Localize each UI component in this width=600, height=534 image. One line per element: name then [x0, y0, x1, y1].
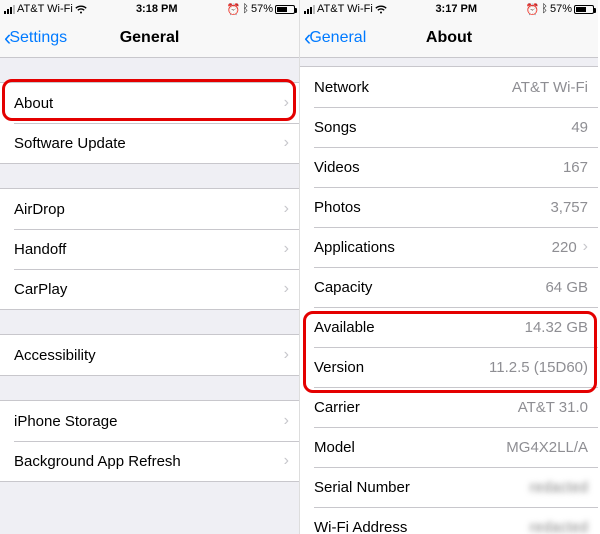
- back-label: General: [309, 29, 366, 47]
- row-label: Capacity: [314, 279, 372, 296]
- row-about[interactable]: About ›: [0, 83, 299, 123]
- carrier-label: AT&T Wi-Fi: [317, 3, 373, 15]
- row-value: 14.32 GB: [525, 319, 588, 336]
- row-label: Background App Refresh: [14, 453, 181, 470]
- row-carrier: Carrier AT&T 31.0: [300, 387, 598, 427]
- group-about-update: About › Software Update ›: [0, 82, 299, 164]
- navbar: ‹ General About: [300, 18, 598, 58]
- signal-icon: [4, 5, 15, 14]
- page-title: About: [426, 29, 472, 47]
- row-background-app-refresh[interactable]: Background App Refresh ›: [0, 441, 299, 481]
- chevron-right-icon: ›: [284, 412, 289, 430]
- wifi-icon: [375, 5, 387, 14]
- navbar: ‹ Settings General: [0, 18, 299, 58]
- group-airdrop: AirDrop › Handoff › CarPlay ›: [0, 188, 299, 310]
- row-label: Version: [314, 359, 364, 376]
- row-label: Software Update: [14, 135, 126, 152]
- row-label: AirDrop: [14, 201, 65, 218]
- battery-percent: 57%: [251, 3, 273, 15]
- alarm-icon: ⏰: [227, 3, 241, 16]
- row-label: Photos: [314, 199, 361, 216]
- row-label: CarPlay: [14, 281, 67, 298]
- row-serial-number: Serial Number redacted: [300, 467, 598, 507]
- row-accessibility[interactable]: Accessibility ›: [0, 335, 299, 375]
- status-bar: AT&T Wi-Fi 3:17 PM ⏰ ᛒ 57%: [300, 0, 598, 18]
- row-label: iPhone Storage: [14, 413, 117, 430]
- row-iphone-storage[interactable]: iPhone Storage ›: [0, 401, 299, 441]
- row-value: AT&T 31.0: [518, 399, 588, 416]
- row-value: 167: [563, 159, 588, 176]
- row-available: Available 14.32 GB: [300, 307, 598, 347]
- row-network: Network AT&T Wi-Fi: [300, 67, 598, 107]
- chevron-right-icon: ›: [284, 94, 289, 112]
- row-value: 3,757: [550, 199, 588, 216]
- row-value: 220›: [552, 238, 588, 256]
- row-wi-fi-address: Wi-Fi Address redacted: [300, 507, 598, 534]
- row-value: 11.2.5 (15D60): [489, 359, 588, 376]
- row-version: Version 11.2.5 (15D60): [300, 347, 598, 387]
- status-bar: AT&T Wi-Fi 3:18 PM ⏰ ᛒ 57%: [0, 0, 299, 18]
- chevron-right-icon: ›: [284, 452, 289, 470]
- row-value: 64 GB: [545, 279, 588, 296]
- group-storage: iPhone Storage › Background App Refresh …: [0, 400, 299, 482]
- back-label: Settings: [9, 29, 67, 47]
- row-value: AT&T Wi-Fi: [512, 79, 588, 96]
- group-accessibility: Accessibility ›: [0, 334, 299, 376]
- bluetooth-icon: ᛒ: [541, 3, 548, 15]
- row-label: Wi-Fi Address: [314, 519, 407, 534]
- row-applications[interactable]: Applications 220›: [300, 227, 598, 267]
- chevron-right-icon: ›: [284, 240, 289, 258]
- row-label: About: [14, 95, 53, 112]
- row-videos: Videos 167: [300, 147, 598, 187]
- row-label: Model: [314, 439, 355, 456]
- carrier-label: AT&T Wi-Fi: [17, 3, 73, 15]
- battery-icon: [275, 5, 295, 14]
- about-list: Network AT&T Wi-Fi Songs 49 Videos 167 Photos 3…: [300, 66, 598, 534]
- page-title: General: [120, 29, 180, 47]
- row-carplay[interactable]: CarPlay ›: [0, 269, 299, 309]
- row-songs: Songs 49: [300, 107, 598, 147]
- row-label: Available: [314, 319, 375, 336]
- row-model: Model MG4X2LL/A: [300, 427, 598, 467]
- wifi-icon: [75, 5, 87, 14]
- row-capacity: Capacity 64 GB: [300, 267, 598, 307]
- bluetooth-icon: ᛒ: [242, 3, 249, 15]
- row-label: Accessibility: [14, 347, 96, 364]
- about-body[interactable]: Network AT&T Wi-Fi Songs 49 Videos 167 Photos 3…: [300, 58, 598, 534]
- row-value: MG4X2LL/A: [506, 439, 588, 456]
- alarm-icon: ⏰: [526, 3, 540, 16]
- row-airdrop[interactable]: AirDrop ›: [0, 189, 299, 229]
- back-button[interactable]: ‹ Settings: [4, 29, 67, 47]
- settings-body[interactable]: About › Software Update › AirDrop › Hand…: [0, 58, 299, 534]
- row-value: 49: [571, 119, 588, 136]
- row-value: redacted: [530, 519, 588, 534]
- row-software-update[interactable]: Software Update ›: [0, 123, 299, 163]
- battery-icon: [574, 5, 594, 14]
- row-label: Songs: [314, 119, 357, 136]
- phone-general: AT&T Wi-Fi 3:18 PM ⏰ ᛒ 57% ‹ Settings Ge…: [0, 0, 299, 534]
- row-label: Network: [314, 79, 369, 96]
- signal-icon: [304, 5, 315, 14]
- row-label: Videos: [314, 159, 360, 176]
- chevron-right-icon: ›: [284, 346, 289, 364]
- row-value: redacted: [530, 479, 588, 496]
- chevron-right-icon: ›: [284, 200, 289, 218]
- chevron-right-icon: ›: [284, 134, 289, 152]
- row-handoff[interactable]: Handoff ›: [0, 229, 299, 269]
- chevron-right-icon: ›: [583, 238, 588, 256]
- row-label: Applications: [314, 239, 395, 256]
- clock: 3:18 PM: [136, 3, 178, 15]
- phone-about: AT&T Wi-Fi 3:17 PM ⏰ ᛒ 57% ‹ General Abo…: [299, 0, 598, 534]
- row-label: Handoff: [14, 241, 66, 258]
- row-label: Carrier: [314, 399, 360, 416]
- battery-percent: 57%: [550, 3, 572, 15]
- clock: 3:17 PM: [435, 3, 477, 15]
- chevron-right-icon: ›: [284, 280, 289, 298]
- row-photos: Photos 3,757: [300, 187, 598, 227]
- back-button[interactable]: ‹ General: [304, 29, 366, 47]
- row-label: Serial Number: [314, 479, 410, 496]
